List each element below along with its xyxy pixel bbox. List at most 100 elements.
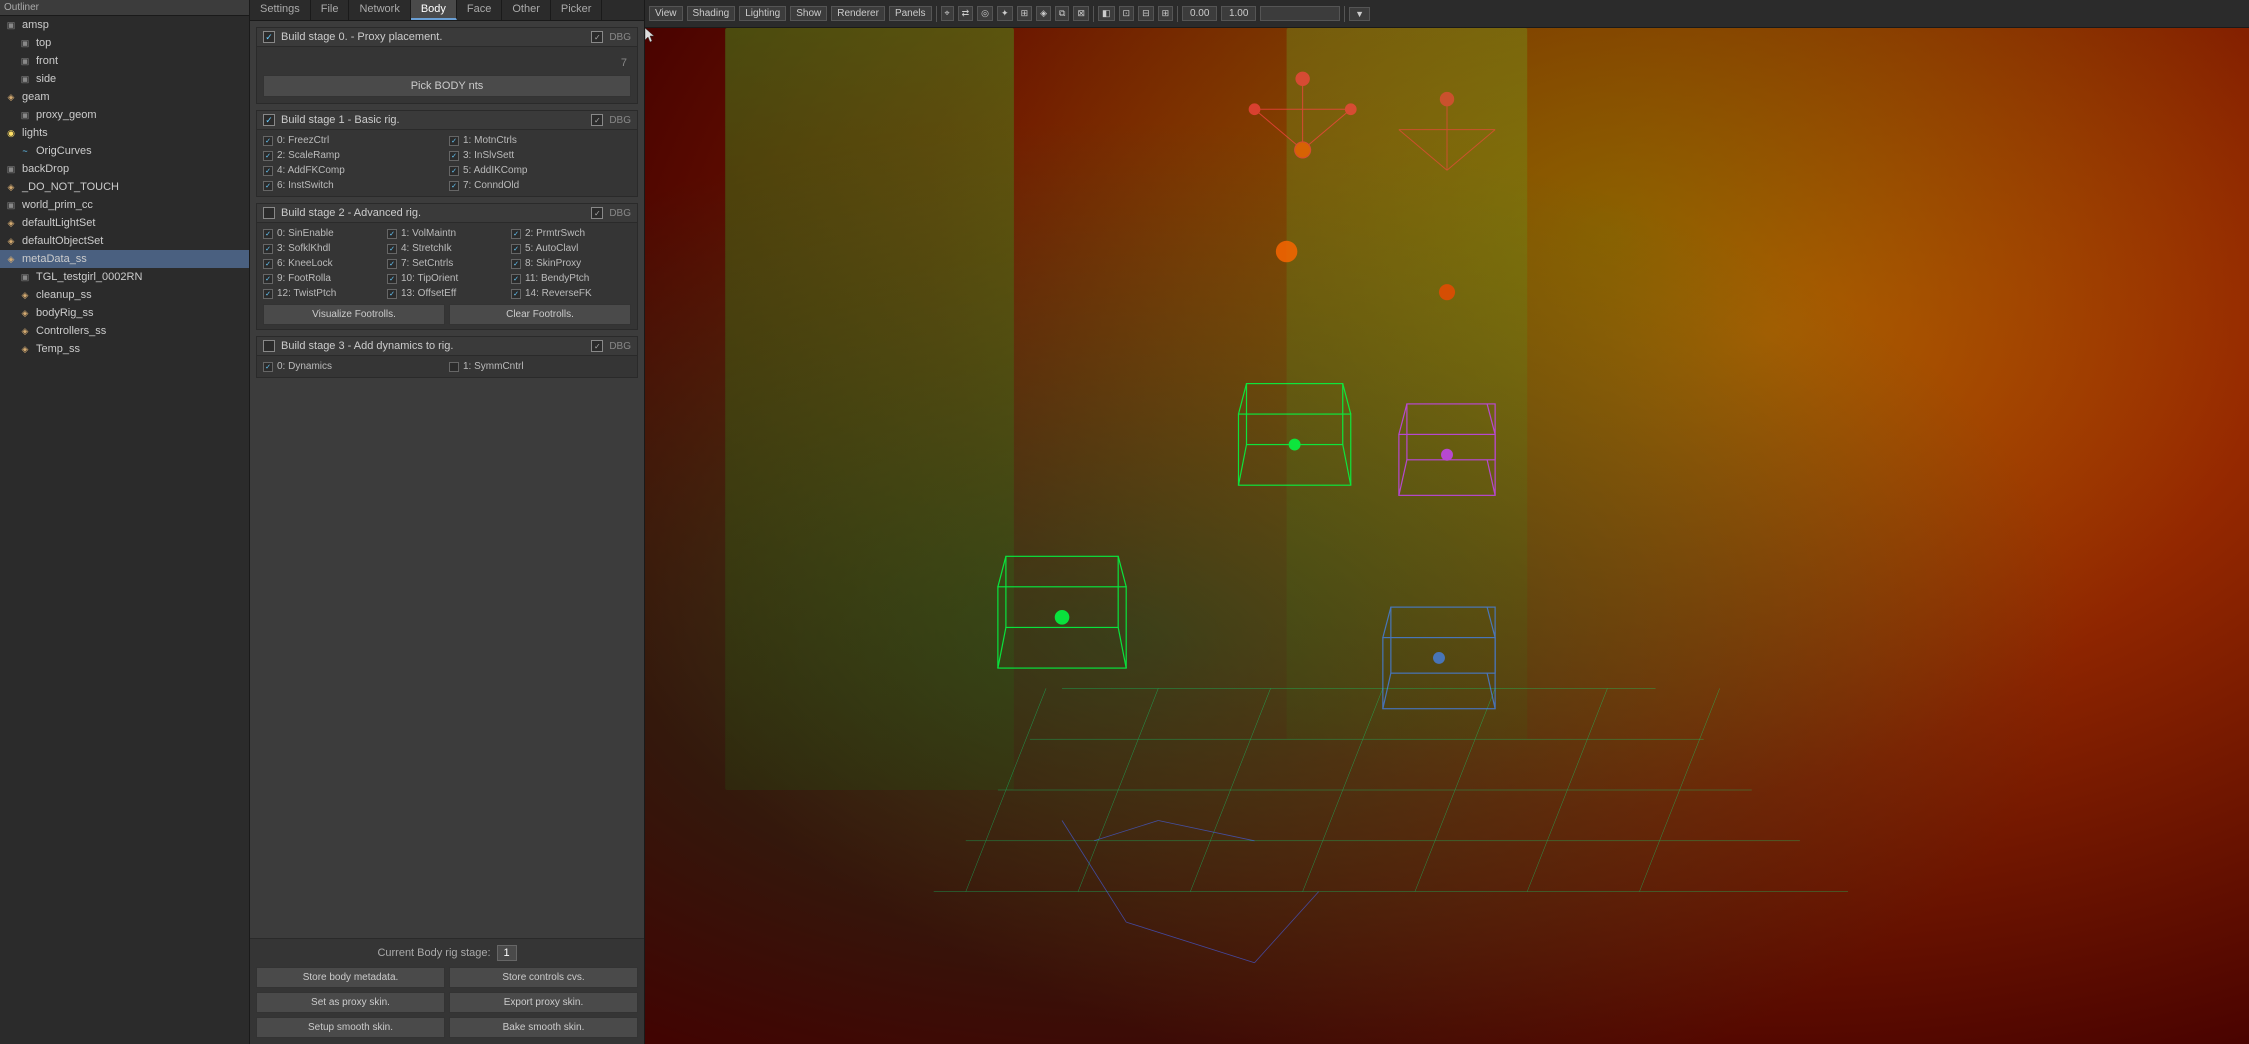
stage-1-item-7-cb[interactable] bbox=[449, 181, 459, 191]
vp-icon-7[interactable]: ⧉ bbox=[1055, 6, 1069, 21]
visualize-footrolls-button[interactable]: Visualize Footrolls. bbox=[263, 304, 445, 325]
viewport-scene[interactable] bbox=[645, 28, 2249, 1044]
vp-icon-11[interactable]: ⊟ bbox=[1138, 6, 1154, 21]
vp-renderer-btn[interactable]: Renderer bbox=[831, 6, 885, 21]
outliner-item-Temp_ss[interactable]: ◈Temp_ss bbox=[0, 340, 249, 358]
vp-label-field[interactable] bbox=[1260, 6, 1340, 21]
store-body-metadata-button[interactable]: Store body metadata. bbox=[256, 967, 445, 988]
tab-other[interactable]: Other bbox=[502, 0, 551, 20]
stage-1-item-1[interactable]: 1: MotnCtrls bbox=[449, 134, 631, 147]
vp-num-field-2[interactable] bbox=[1221, 6, 1256, 21]
stage-1-item-6-cb[interactable] bbox=[263, 181, 273, 191]
outliner-item-bodyRig_ss[interactable]: ◈bodyRig_ss bbox=[0, 304, 249, 322]
stage-1-dbg-check[interactable] bbox=[591, 114, 603, 126]
outliner-item-proxy_geom[interactable]: ▣proxy_geom bbox=[0, 106, 249, 124]
vp-icon-8[interactable]: ⊠ bbox=[1073, 6, 1089, 21]
vp-icon-2[interactable]: ⇄ bbox=[958, 6, 974, 21]
vp-icon-1[interactable]: ⌖ bbox=[941, 6, 954, 21]
vp-arrow-btn[interactable]: ▼ bbox=[1349, 7, 1370, 21]
vp-shading-btn[interactable]: Shading bbox=[687, 6, 736, 21]
vp-icon-5[interactable]: ⊞ bbox=[1017, 6, 1033, 21]
stage-1-item-3[interactable]: 3: InSlvSett bbox=[449, 149, 631, 162]
outliner-item-geam[interactable]: ◈geam bbox=[0, 88, 249, 106]
stage-2-dbg-check[interactable] bbox=[591, 207, 603, 219]
stage-2-item-9[interactable]: 9: FootRolla bbox=[263, 272, 383, 285]
stage-2-item-0[interactable]: 0: SinEnable bbox=[263, 227, 383, 240]
stage-1-item-6[interactable]: 6: InstSwitch bbox=[263, 179, 445, 192]
tab-network[interactable]: Network bbox=[349, 0, 410, 20]
pick-body-nts-button[interactable]: Pick BODY nts bbox=[263, 75, 631, 97]
vp-num-field-1[interactable] bbox=[1182, 6, 1217, 21]
stage-2-item-12[interactable]: 12: TwistPtch bbox=[263, 287, 383, 300]
outliner-item-side[interactable]: ▣side bbox=[0, 70, 249, 88]
stage-1-item-5[interactable]: 5: AddIKComp bbox=[449, 164, 631, 177]
stage-1-item-3-cb[interactable] bbox=[449, 151, 459, 161]
outliner-item-top[interactable]: ▣top bbox=[0, 34, 249, 52]
stage-2-item-8[interactable]: 8: SkinProxy bbox=[511, 257, 631, 270]
outliner-item-defaultLightSet[interactable]: ◈defaultLightSet bbox=[0, 214, 249, 232]
stage-0-checkbox[interactable] bbox=[263, 31, 275, 43]
vp-icon-4[interactable]: ✦ bbox=[997, 6, 1013, 21]
stage-2-item-3[interactable]: 3: SofklKhdl bbox=[263, 242, 383, 255]
outliner-item-amsp[interactable]: ▣amsp bbox=[0, 16, 249, 34]
tab-picker[interactable]: Picker bbox=[551, 0, 603, 20]
vp-lighting-btn[interactable]: Lighting bbox=[739, 6, 786, 21]
clear-footrolls-button[interactable]: Clear Footrolls. bbox=[449, 304, 631, 325]
stage-3-item-0[interactable]: 0: Dynamics bbox=[263, 360, 445, 373]
outliner-item-world_prim_cc[interactable]: ▣world_prim_cc bbox=[0, 196, 249, 214]
stage-2-item-13[interactable]: 13: OffsetEff bbox=[387, 287, 507, 300]
outliner-item-backDrop[interactable]: ▣backDrop bbox=[0, 160, 249, 178]
stage-2-checkbox[interactable] bbox=[263, 207, 275, 219]
stage-1-item-4-cb[interactable] bbox=[263, 166, 273, 176]
stage-1-item-0[interactable]: 0: FreezCtrl bbox=[263, 134, 445, 147]
stage-1-item-4[interactable]: 4: AddFKComp bbox=[263, 164, 445, 177]
vp-icon-3[interactable]: ◎ bbox=[977, 6, 993, 21]
vp-icon-10[interactable]: ⊡ bbox=[1119, 6, 1135, 21]
outliner-item-defaultObjectSet[interactable]: ◈defaultObjectSet bbox=[0, 232, 249, 250]
stage-2-item-1[interactable]: 1: VolMaintn bbox=[387, 227, 507, 240]
stage-2-item-11[interactable]: 11: BendyPtch bbox=[511, 272, 631, 285]
vp-show-btn[interactable]: Show bbox=[790, 6, 827, 21]
vp-view-btn[interactable]: View bbox=[649, 6, 683, 21]
outliner-item-cleanup_ss[interactable]: ◈cleanup_ss bbox=[0, 286, 249, 304]
stage-2-item-2[interactable]: 2: PrmtrSwch bbox=[511, 227, 631, 240]
vp-panels-btn[interactable]: Panels bbox=[889, 6, 932, 21]
vp-icon-6[interactable]: ◈ bbox=[1036, 6, 1051, 21]
vp-icon-12[interactable]: ⊞ bbox=[1158, 6, 1174, 21]
stage-3-item-1[interactable]: 1: SymmCntrl bbox=[449, 360, 631, 373]
outliner-item-TGL_testgirl_0002RN[interactable]: ▣TGL_testgirl_0002RN bbox=[0, 268, 249, 286]
stage-1-item-5-cb[interactable] bbox=[449, 166, 459, 176]
stage-2-item-4[interactable]: 4: StretchIk bbox=[387, 242, 507, 255]
stage-0-dbg-check[interactable] bbox=[591, 31, 603, 43]
outliner-item-Controllers_ss[interactable]: ◈Controllers_ss bbox=[0, 322, 249, 340]
outliner-item-lights[interactable]: ◉lights bbox=[0, 124, 249, 142]
stage-3-checkbox[interactable] bbox=[263, 340, 275, 352]
stage-2-item-5[interactable]: 5: AutoClavl bbox=[511, 242, 631, 255]
tab-body[interactable]: Body bbox=[411, 0, 457, 20]
stage-2-item-10[interactable]: 10: TipOrient bbox=[387, 272, 507, 285]
stage-1-item-0-cb[interactable] bbox=[263, 136, 273, 146]
bake-smooth-skin-button[interactable]: Bake smooth skin. bbox=[449, 1017, 638, 1038]
export-proxy-skin-button[interactable]: Export proxy skin. bbox=[449, 992, 638, 1013]
tab-settings[interactable]: Settings bbox=[250, 0, 311, 20]
stage-1-item-2[interactable]: 2: ScaleRamp bbox=[263, 149, 445, 162]
outliner-item-OrigCurves[interactable]: ~OrigCurves bbox=[0, 142, 249, 160]
stage-2-item-7[interactable]: 7: SetCntrls bbox=[387, 257, 507, 270]
tab-file[interactable]: File bbox=[311, 0, 350, 20]
stage-2-item-6[interactable]: 6: KneeLock bbox=[263, 257, 383, 270]
outliner-item-label-front: front bbox=[36, 55, 58, 67]
outliner-item-front[interactable]: ▣front bbox=[0, 52, 249, 70]
tab-face[interactable]: Face bbox=[457, 0, 502, 20]
vp-icon-9[interactable]: ◧ bbox=[1098, 6, 1115, 21]
outliner-item-DO_NOT_TOUCH[interactable]: ◈_DO_NOT_TOUCH bbox=[0, 178, 249, 196]
stage-1-item-7[interactable]: 7: ConndOld bbox=[449, 179, 631, 192]
setup-smooth-skin-button[interactable]: Setup smooth skin. bbox=[256, 1017, 445, 1038]
store-controls-cvs-button[interactable]: Store controls cvs. bbox=[449, 967, 638, 988]
stage-1-item-1-cb[interactable] bbox=[449, 136, 459, 146]
stage-2-item-14[interactable]: 14: ReverseFK bbox=[511, 287, 631, 300]
stage-1-checkbox[interactable] bbox=[263, 114, 275, 126]
set-as-proxy-skin-button[interactable]: Set as proxy skin. bbox=[256, 992, 445, 1013]
outliner-item-metaData_ss[interactable]: ◈metaData_ss bbox=[0, 250, 249, 268]
stage-3-dbg-check[interactable] bbox=[591, 340, 603, 352]
stage-1-item-2-cb[interactable] bbox=[263, 151, 273, 161]
